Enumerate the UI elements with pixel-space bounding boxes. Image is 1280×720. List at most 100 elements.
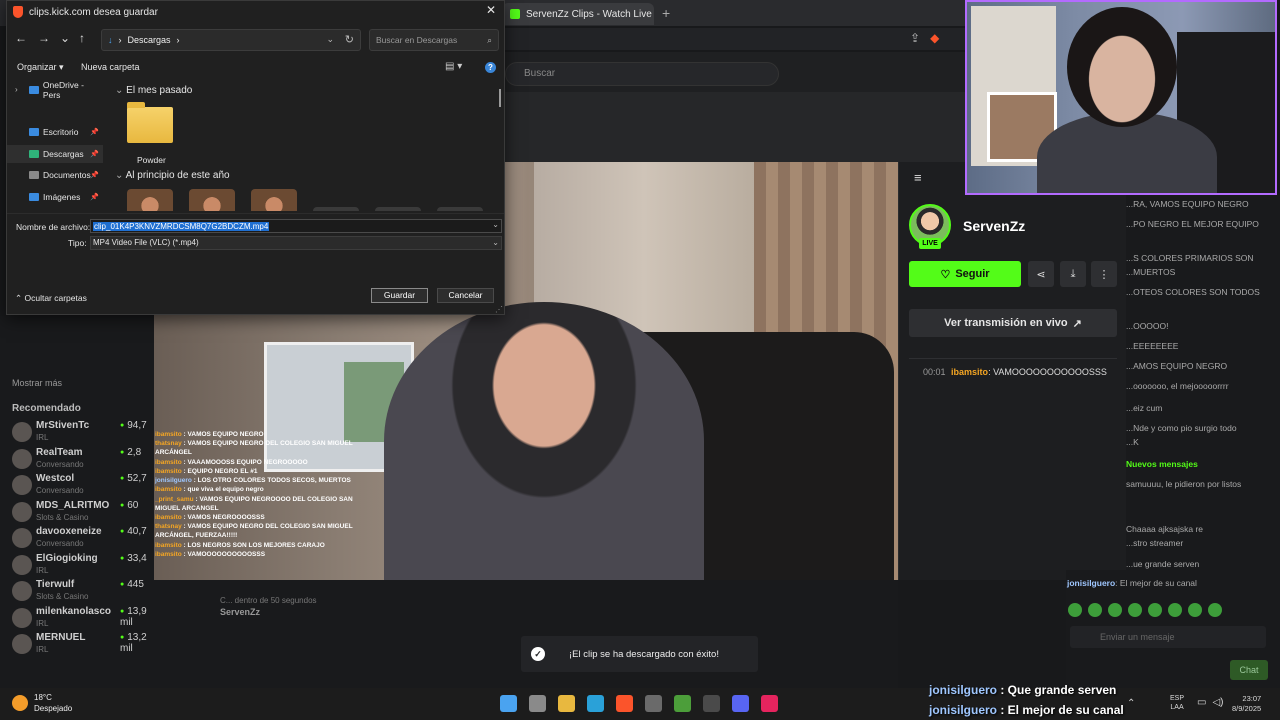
emote-icon[interactable] bbox=[1068, 603, 1082, 617]
chevron-down-icon[interactable]: ⌄ bbox=[492, 237, 499, 249]
emote-icon[interactable] bbox=[1148, 603, 1162, 617]
filename-input[interactable]: clip_01K4P3KNVZMRDCSM8Q7G2BDCZM.mp4 ⌄ bbox=[90, 219, 502, 233]
file-thumbnail[interactable] bbox=[127, 189, 173, 211]
recommended-channel[interactable]: MERNUELIRL13,2 mil bbox=[12, 632, 162, 658]
file-thumbnail[interactable] bbox=[189, 189, 235, 211]
avatar bbox=[12, 448, 32, 469]
recommended-channel[interactable]: MrStivenTc IRL 94,7 bbox=[12, 420, 162, 446]
clip-chat-line: ibamsito : VAMOS EQUIPO NEGRO bbox=[155, 431, 264, 438]
avatar bbox=[12, 475, 32, 495]
share-button[interactable]: ⋖ bbox=[1028, 261, 1054, 287]
recommended-channel[interactable]: RealTeamConversando 2,8 bbox=[12, 447, 162, 473]
nav-item[interactable]: OneDrive - Pers bbox=[7, 80, 103, 100]
browser-tab[interactable]: ServenZz Clips - Watch Live on K ✕ bbox=[502, 3, 654, 25]
start-icon[interactable] bbox=[500, 695, 517, 712]
nav-item[interactable]: Escritorio 📌 bbox=[7, 123, 103, 141]
folder-label[interactable]: Powder bbox=[137, 155, 166, 165]
file-thumbnail[interactable] bbox=[437, 207, 483, 211]
minecraft-icon[interactable] bbox=[674, 695, 691, 712]
back-arrow-icon[interactable]: ← bbox=[15, 31, 27, 45]
clip-chat-line: ibamsito : VAMOOOOOOOOOOSSS bbox=[155, 550, 266, 558]
brave-icon[interactable] bbox=[616, 695, 633, 712]
recent-locations-icon[interactable]: ⌄ bbox=[60, 31, 70, 45]
help-icon[interactable]: ? bbox=[485, 62, 496, 73]
emote-icon[interactable] bbox=[1088, 603, 1102, 617]
network-icon[interactable]: ▭ bbox=[1197, 697, 1206, 708]
share-icon[interactable]: ⇪ bbox=[910, 31, 920, 45]
forward-arrow-icon[interactable]: → bbox=[38, 31, 50, 45]
task-view-icon[interactable] bbox=[529, 695, 546, 712]
follow-button[interactable]: ♡ Seguir bbox=[909, 261, 1021, 287]
download-folder-icon: ↓ bbox=[108, 35, 113, 45]
emote-icon[interactable] bbox=[1108, 603, 1122, 617]
obs-icon[interactable] bbox=[645, 695, 662, 712]
file-explorer-icon[interactable] bbox=[558, 695, 575, 712]
weather-widget[interactable]: 18°C Despejado bbox=[12, 692, 72, 714]
volume-icon[interactable]: ◁) bbox=[1212, 697, 1223, 708]
chat-text: VAMOS NEGROOOOSSS bbox=[187, 513, 265, 521]
dialog-address-bar[interactable]: ↓ › Descargas › ⌄ ↻ bbox=[101, 29, 361, 51]
file-thumbnail[interactable] bbox=[251, 189, 297, 211]
type-label: Tipo: bbox=[68, 238, 87, 248]
language-indicator[interactable]: ESP LAA bbox=[1170, 694, 1184, 712]
emote-icon[interactable] bbox=[1168, 603, 1182, 617]
lang-layout: LAA bbox=[1170, 704, 1184, 711]
file-list-scrollbar[interactable] bbox=[499, 89, 501, 107]
nav-item[interactable]: Documentos 📌 bbox=[7, 166, 103, 184]
clock[interactable]: 23:07 8/9/2025 bbox=[1232, 694, 1261, 714]
menu-icon[interactable]: ≡ bbox=[914, 170, 922, 185]
recommended-channel[interactable]: Westcol Conversando 52,7 bbox=[12, 473, 162, 499]
discord-icon[interactable] bbox=[732, 695, 749, 712]
chat-send-button[interactable]: Chat bbox=[1230, 660, 1268, 680]
new-messages-divider[interactable]: Nuevos mensajes bbox=[1126, 459, 1198, 469]
file-thumbnail[interactable] bbox=[313, 207, 359, 211]
breadcrumb-descargas[interactable]: Descargas bbox=[128, 35, 171, 45]
chat-last-user[interactable]: jonisilguero bbox=[1067, 578, 1115, 588]
nav-item[interactable]: Descargas 📌 bbox=[7, 145, 103, 163]
new-tab-button[interactable]: + bbox=[662, 5, 670, 21]
streamer-name[interactable]: ServenZz bbox=[963, 218, 1025, 234]
view-options-icon[interactable]: ▤ ▾ bbox=[445, 61, 462, 72]
recommended-channel[interactable]: ElGiogiokingIRL 33,4 bbox=[12, 553, 162, 579]
save-button[interactable]: Guardar bbox=[371, 288, 428, 303]
file-type-select[interactable]: MP4 Video File (VLC) (*.mp4) ⌄ bbox=[90, 236, 502, 250]
steam-icon[interactable] bbox=[703, 695, 720, 712]
show-more-link[interactable]: Mostrar más bbox=[12, 378, 62, 388]
refresh-icon[interactable]: ↻ bbox=[345, 33, 354, 46]
tray-chevron-icon[interactable]: ⌃ bbox=[1127, 698, 1135, 709]
address-bar[interactable] bbox=[505, 28, 965, 50]
tiktok-icon[interactable] bbox=[761, 695, 778, 712]
recommended-channel[interactable]: MDS_ALRITMOSlots & Casino 60 bbox=[12, 500, 162, 526]
dialog-search-input[interactable]: Buscar en Descargas ⌕ bbox=[369, 29, 499, 51]
more-options-button[interactable]: ⋮ bbox=[1091, 261, 1117, 287]
avatar bbox=[12, 634, 32, 654]
group-start-year[interactable]: Al principio de este año bbox=[115, 170, 230, 181]
hide-folders-toggle[interactable]: ⌃ Ocultar carpetas bbox=[15, 293, 87, 304]
nav-item[interactable]: Imágenes 📌 bbox=[7, 188, 103, 206]
chevron-down-icon[interactable]: ⌄ bbox=[492, 220, 499, 229]
brave-shields-icon[interactable]: ◆ bbox=[930, 31, 939, 45]
new-folder-button[interactable]: Nueva carpeta bbox=[81, 62, 140, 72]
kick-search-input[interactable]: Buscar bbox=[505, 62, 779, 86]
toast-message: ¡El clip se ha descargado con éxito! bbox=[569, 648, 719, 660]
watch-live-button[interactable]: Ver transmisión en vivo ↗ bbox=[909, 309, 1117, 337]
recommended-channel[interactable]: Tierwulf Slots & Casino 445 bbox=[12, 579, 162, 605]
emote-icon[interactable] bbox=[1208, 603, 1222, 617]
cancel-button[interactable]: Cancelar bbox=[437, 288, 494, 303]
close-icon[interactable]: ✕ bbox=[482, 3, 500, 19]
emote-icon[interactable] bbox=[1188, 603, 1202, 617]
recommended-channel[interactable]: davooxeneize Conversando 40,7 bbox=[12, 526, 162, 552]
organize-button[interactable]: Organizar ▾ bbox=[17, 62, 64, 73]
edge-icon[interactable] bbox=[587, 695, 604, 712]
up-arrow-icon[interactable]: ↑ bbox=[79, 31, 85, 45]
chat-user[interactable]: ibamsito bbox=[951, 367, 988, 377]
chevron-down-icon[interactable]: ⌄ bbox=[326, 34, 334, 45]
recommended-channel[interactable]: milenkanolascoIRL13,9 mil bbox=[12, 606, 162, 632]
resize-grip-icon[interactable]: ⋰ bbox=[495, 305, 503, 314]
download-button[interactable]: ⤓ bbox=[1060, 261, 1086, 287]
folder-icon[interactable] bbox=[127, 102, 173, 143]
group-last-month[interactable]: El mes pasado bbox=[115, 85, 192, 96]
file-thumbnail[interactable] bbox=[375, 207, 421, 211]
chat-input[interactable]: Enviar un mensaje bbox=[1070, 626, 1266, 648]
emote-icon[interactable] bbox=[1128, 603, 1142, 617]
